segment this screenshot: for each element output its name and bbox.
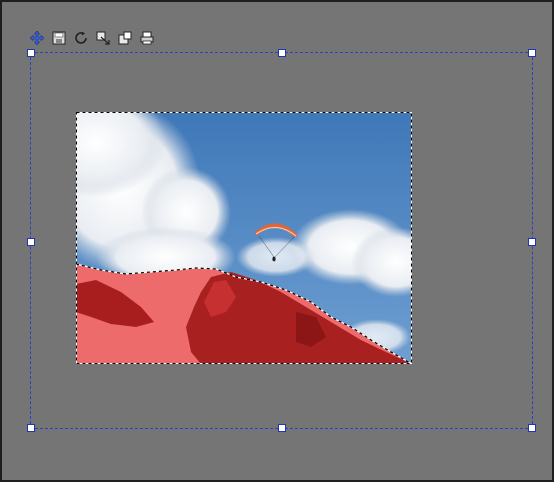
print-icon (140, 31, 154, 45)
canvas-area[interactable] (0, 0, 554, 482)
move-tool-button[interactable] (29, 30, 45, 46)
flip-tool-button[interactable] (95, 30, 111, 46)
print-tool-button[interactable] (139, 30, 155, 46)
save-tool-button[interactable] (51, 30, 67, 46)
resize-handle-top-right[interactable] (528, 49, 536, 57)
resize-handle-bottom-center[interactable] (278, 424, 286, 432)
save-icon (52, 31, 66, 45)
resize-handle-bottom-left[interactable] (27, 424, 35, 432)
rotate-tool-button[interactable] (73, 30, 89, 46)
flip-icon (96, 31, 110, 45)
transform-bounding-box[interactable] (27, 49, 536, 432)
resize-handle-bottom-right[interactable] (528, 424, 536, 432)
transform-toolbar (29, 29, 155, 47)
move-icon (30, 31, 44, 45)
resize-icon (118, 31, 132, 45)
resize-handle-middle-right[interactable] (528, 238, 536, 246)
resize-handle-middle-left[interactable] (27, 238, 35, 246)
rotate-icon (74, 31, 88, 45)
resize-tool-button[interactable] (117, 30, 133, 46)
resize-handle-top-left[interactable] (27, 49, 35, 57)
resize-handle-top-center[interactable] (278, 49, 286, 57)
